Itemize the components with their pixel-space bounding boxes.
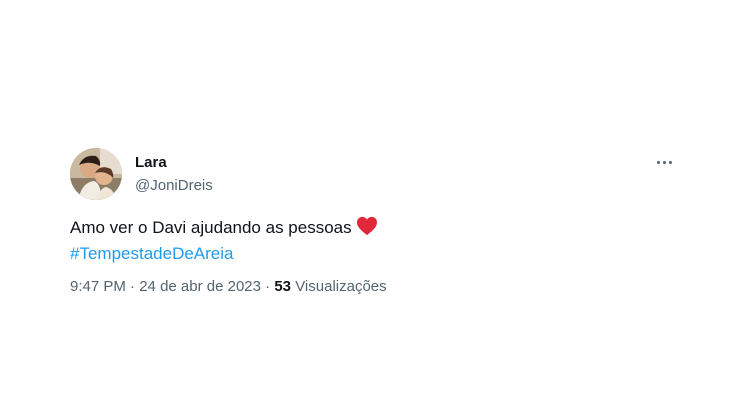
tweet-text: Amo ver o Davi ajudando as pessoas #Temp…	[70, 216, 378, 265]
red-heart-icon	[356, 216, 378, 242]
tweet-body: Amo ver o Davi ajudando as pessoas	[70, 218, 352, 237]
views-count: 53	[274, 278, 292, 295]
tweet-time[interactable]: 9:47 PM	[70, 278, 126, 295]
meta-separator: ·	[130, 278, 136, 295]
avatar[interactable]	[70, 148, 122, 200]
tweet-meta: 9:47 PM · 24 de abr de 2023 · 53 Visuali…	[70, 277, 387, 297]
tweet-hashtag-line: #TempestadeDeAreia	[70, 242, 378, 265]
hashtag-link[interactable]: #TempestadeDeAreia	[70, 244, 233, 263]
tweet-text-line: Amo ver o Davi ajudando as pessoas	[70, 216, 378, 242]
views-label: Visualizações	[295, 278, 387, 295]
tweet-author: Lara @JoniDreis	[135, 153, 213, 196]
dot	[668, 160, 672, 164]
tweet-date[interactable]: 24 de abr de 2023	[139, 278, 261, 295]
tweet: Lara @JoniDreis Amo ver o Davi ajudando …	[70, 146, 682, 306]
author-handle[interactable]: @JoniDreis	[135, 176, 213, 196]
dot	[662, 160, 666, 164]
dot	[656, 160, 660, 164]
author-display-name[interactable]: Lara	[135, 153, 213, 173]
meta-separator: ·	[265, 278, 271, 295]
avatar-photo	[70, 148, 122, 200]
more-options-icon[interactable]	[654, 152, 674, 172]
